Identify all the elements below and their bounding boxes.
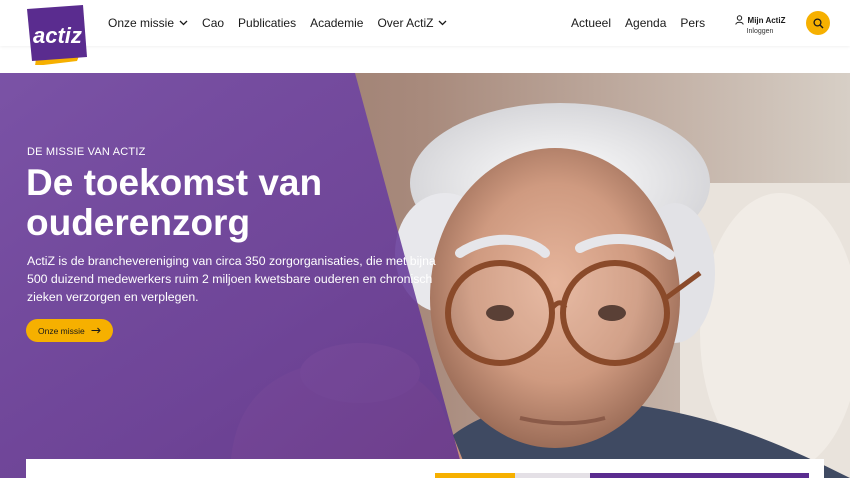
account-label: Mijn ActiZ	[747, 15, 786, 25]
nav-item-actueel[interactable]: Actueel	[571, 16, 611, 30]
card-strip-purple	[590, 473, 809, 478]
nav-item-onze-missie[interactable]: Onze missie	[108, 16, 188, 30]
chevron-down-icon	[439, 20, 447, 26]
chevron-down-icon	[179, 20, 188, 26]
secondary-nav: Actueel Agenda Pers	[571, 0, 719, 46]
nav-label: Publicaties	[238, 16, 297, 30]
search-icon	[812, 17, 823, 28]
account-link[interactable]: Mijn ActiZ Inloggen	[730, 15, 790, 35]
search-button[interactable]	[806, 11, 830, 35]
actiz-logo[interactable]: actiz	[27, 5, 87, 66]
nav-item-academie[interactable]: Academie	[310, 16, 363, 30]
nav-item-pers[interactable]: Pers	[680, 16, 705, 30]
hero-section: DE MISSIE VAN ACTIZ De toekomst van oude…	[0, 73, 850, 478]
card-strip-yellow	[435, 473, 515, 478]
arrow-right-icon	[91, 327, 101, 334]
nav-label: Onze missie	[108, 16, 175, 30]
nav-item-cao[interactable]: Cao	[202, 16, 224, 30]
logo-text: actiz	[33, 23, 82, 48]
nav-label: Pers	[680, 16, 706, 30]
login-label: Inloggen	[746, 28, 774, 35]
main-nav: Onze missie Cao Publicaties Academie Ove…	[108, 0, 461, 46]
hero-title: De toekomst van ouderenzorg	[26, 162, 323, 243]
nav-label: Cao	[202, 16, 225, 30]
nav-item-publicaties[interactable]: Publicaties	[238, 16, 296, 30]
user-icon	[734, 15, 744, 25]
nav-label: Academie	[310, 16, 364, 30]
hero-description: ActiZ is de branchevereniging van circa …	[27, 254, 436, 304]
cta-label: Onze missie	[38, 325, 85, 336]
nav-item-agenda[interactable]: Agenda	[625, 16, 666, 30]
hero-eyebrow: DE MISSIE VAN ACTIZ	[27, 146, 146, 158]
nav-label: Actueel	[571, 16, 612, 30]
onze-missie-button[interactable]: Onze missie	[26, 319, 113, 342]
nav-item-over-actiz[interactable]: Over ActiZ	[377, 16, 447, 30]
card-strip-grey	[515, 473, 590, 478]
nav-label: Agenda	[625, 16, 667, 30]
site-header: actiz Onze missie Cao Publicaties Academ…	[0, 0, 850, 66]
nav-label: Over ActiZ	[377, 16, 434, 30]
